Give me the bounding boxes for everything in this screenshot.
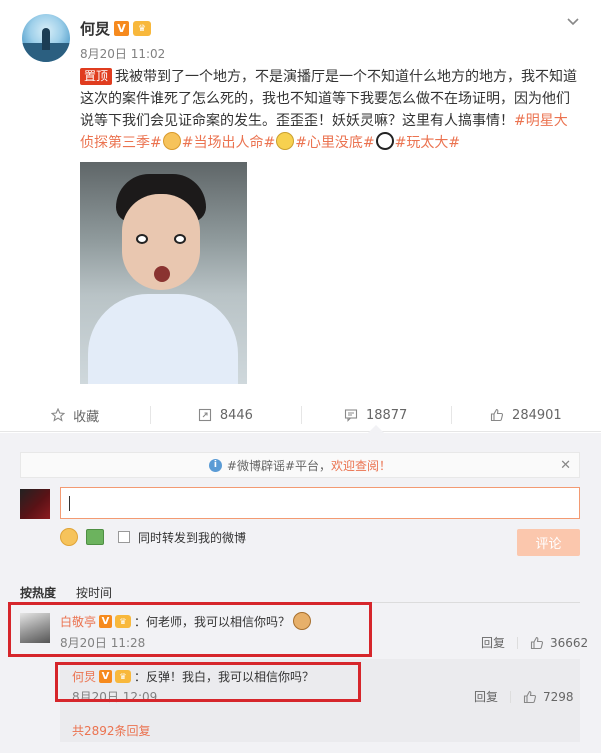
post-text: 我被带到了一个地方，不是演播厅是一个不知道什么地方的地方，我不知道这次的案件谁死…: [80, 69, 578, 129]
author-name-row: 何炅 V ♛: [80, 18, 152, 39]
highlight-box-reply: [55, 662, 361, 702]
author-name[interactable]: 何炅: [80, 18, 110, 39]
sort-by-hot-tab[interactable]: 按热度: [20, 584, 56, 601]
topic-tag-nervous[interactable]: #心里没底#: [295, 135, 374, 151]
emoji-smile-icon[interactable]: [60, 528, 78, 546]
photo-mouth: [154, 266, 170, 282]
topic-tag-big[interactable]: #玩太大#: [395, 135, 460, 151]
action-separator: [517, 636, 519, 649]
reply-actions: 回复 7298: [474, 688, 574, 705]
composer-tools: 同时转发到我的微博: [60, 528, 246, 546]
highlight-box-comment: [8, 602, 372, 657]
thumbs-up-icon: [523, 690, 537, 703]
submit-comment-button[interactable]: 评论: [517, 529, 580, 556]
current-user-avatar: [20, 489, 50, 519]
info-icon: i: [208, 458, 222, 472]
post-time[interactable]: 8月20日 11:02: [80, 45, 165, 62]
favorite-button[interactable]: 收藏: [0, 400, 150, 430]
photo-eye-right: [174, 234, 186, 244]
panda-emoji-icon: [375, 132, 394, 150]
text-cursor: [69, 496, 70, 511]
comment-reply-button[interactable]: 回复: [481, 634, 505, 651]
notice-text: #微博辟谣#平台，: [226, 458, 332, 473]
topic-tag-murder[interactable]: #当场出人命#: [182, 135, 275, 151]
comment-pointer-arrow: [368, 425, 384, 433]
member-crown-icon: ♛: [133, 21, 152, 36]
reply-like-count: 7298: [543, 689, 574, 704]
repost-checkbox-label: 同时转发到我的微博: [138, 530, 247, 545]
photo-shirt: [88, 294, 238, 384]
repost-checkbox[interactable]: [118, 531, 130, 543]
favorite-label: 收藏: [73, 409, 100, 425]
avatar-tree: [42, 28, 50, 50]
notice-link[interactable]: 欢迎查阅！: [331, 457, 391, 474]
close-icon[interactable]: ✕: [560, 458, 571, 473]
dizzy-emoji-icon: [276, 132, 295, 150]
reply-reply-button[interactable]: 回复: [474, 688, 498, 705]
chevron-down-icon[interactable]: [565, 14, 581, 30]
image-upload-icon[interactable]: [86, 529, 104, 545]
thumbs-up-icon: [490, 408, 504, 422]
comment-like-count: 36662: [550, 635, 589, 650]
post-photo[interactable]: [80, 162, 247, 384]
like-button[interactable]: 284901: [450, 400, 601, 430]
photo-eye-left: [136, 234, 148, 244]
comment-actions: 回复 36662: [481, 634, 588, 651]
comment-input[interactable]: [60, 487, 580, 519]
comment-like-button[interactable]: 36662: [530, 636, 588, 650]
comment-icon: [344, 409, 357, 422]
comment-sort-tabs: 按热度 按时间: [20, 584, 112, 601]
more-replies-link[interactable]: 共2892条回复: [72, 722, 151, 739]
rumor-notice-bar: i #微博辟谣#平台， 欢迎查阅！ ✕: [20, 452, 580, 478]
comment-count: 18877: [365, 407, 408, 423]
thumbs-up-icon: [530, 636, 544, 649]
verified-v-icon: V: [114, 21, 130, 36]
action-separator: [510, 690, 512, 703]
repost-icon: [198, 408, 211, 422]
like-count: 284901: [512, 407, 562, 423]
repost-count: 8446: [219, 407, 253, 423]
post-action-bar: 收藏 8446 18877 284901: [0, 400, 601, 430]
pray-emoji-icon: [162, 132, 181, 150]
star-icon: [51, 408, 66, 422]
pinned-badge: 置顶: [80, 68, 113, 85]
reply-like-button[interactable]: 7298: [523, 690, 574, 704]
weibo-post-card: 何炅 V ♛ 8月20日 11:02 置顶 我被带到了一个地方，不是演播厅是一个不…: [0, 0, 601, 432]
sort-by-time-tab[interactable]: 按时间: [76, 584, 112, 601]
repost-button[interactable]: 8446: [150, 400, 300, 430]
author-avatar[interactable]: [22, 14, 70, 62]
post-content: 置顶 我被带到了一个地方，不是演播厅是一个不知道什么地方的地方，我不知道这次的案件…: [80, 66, 580, 154]
